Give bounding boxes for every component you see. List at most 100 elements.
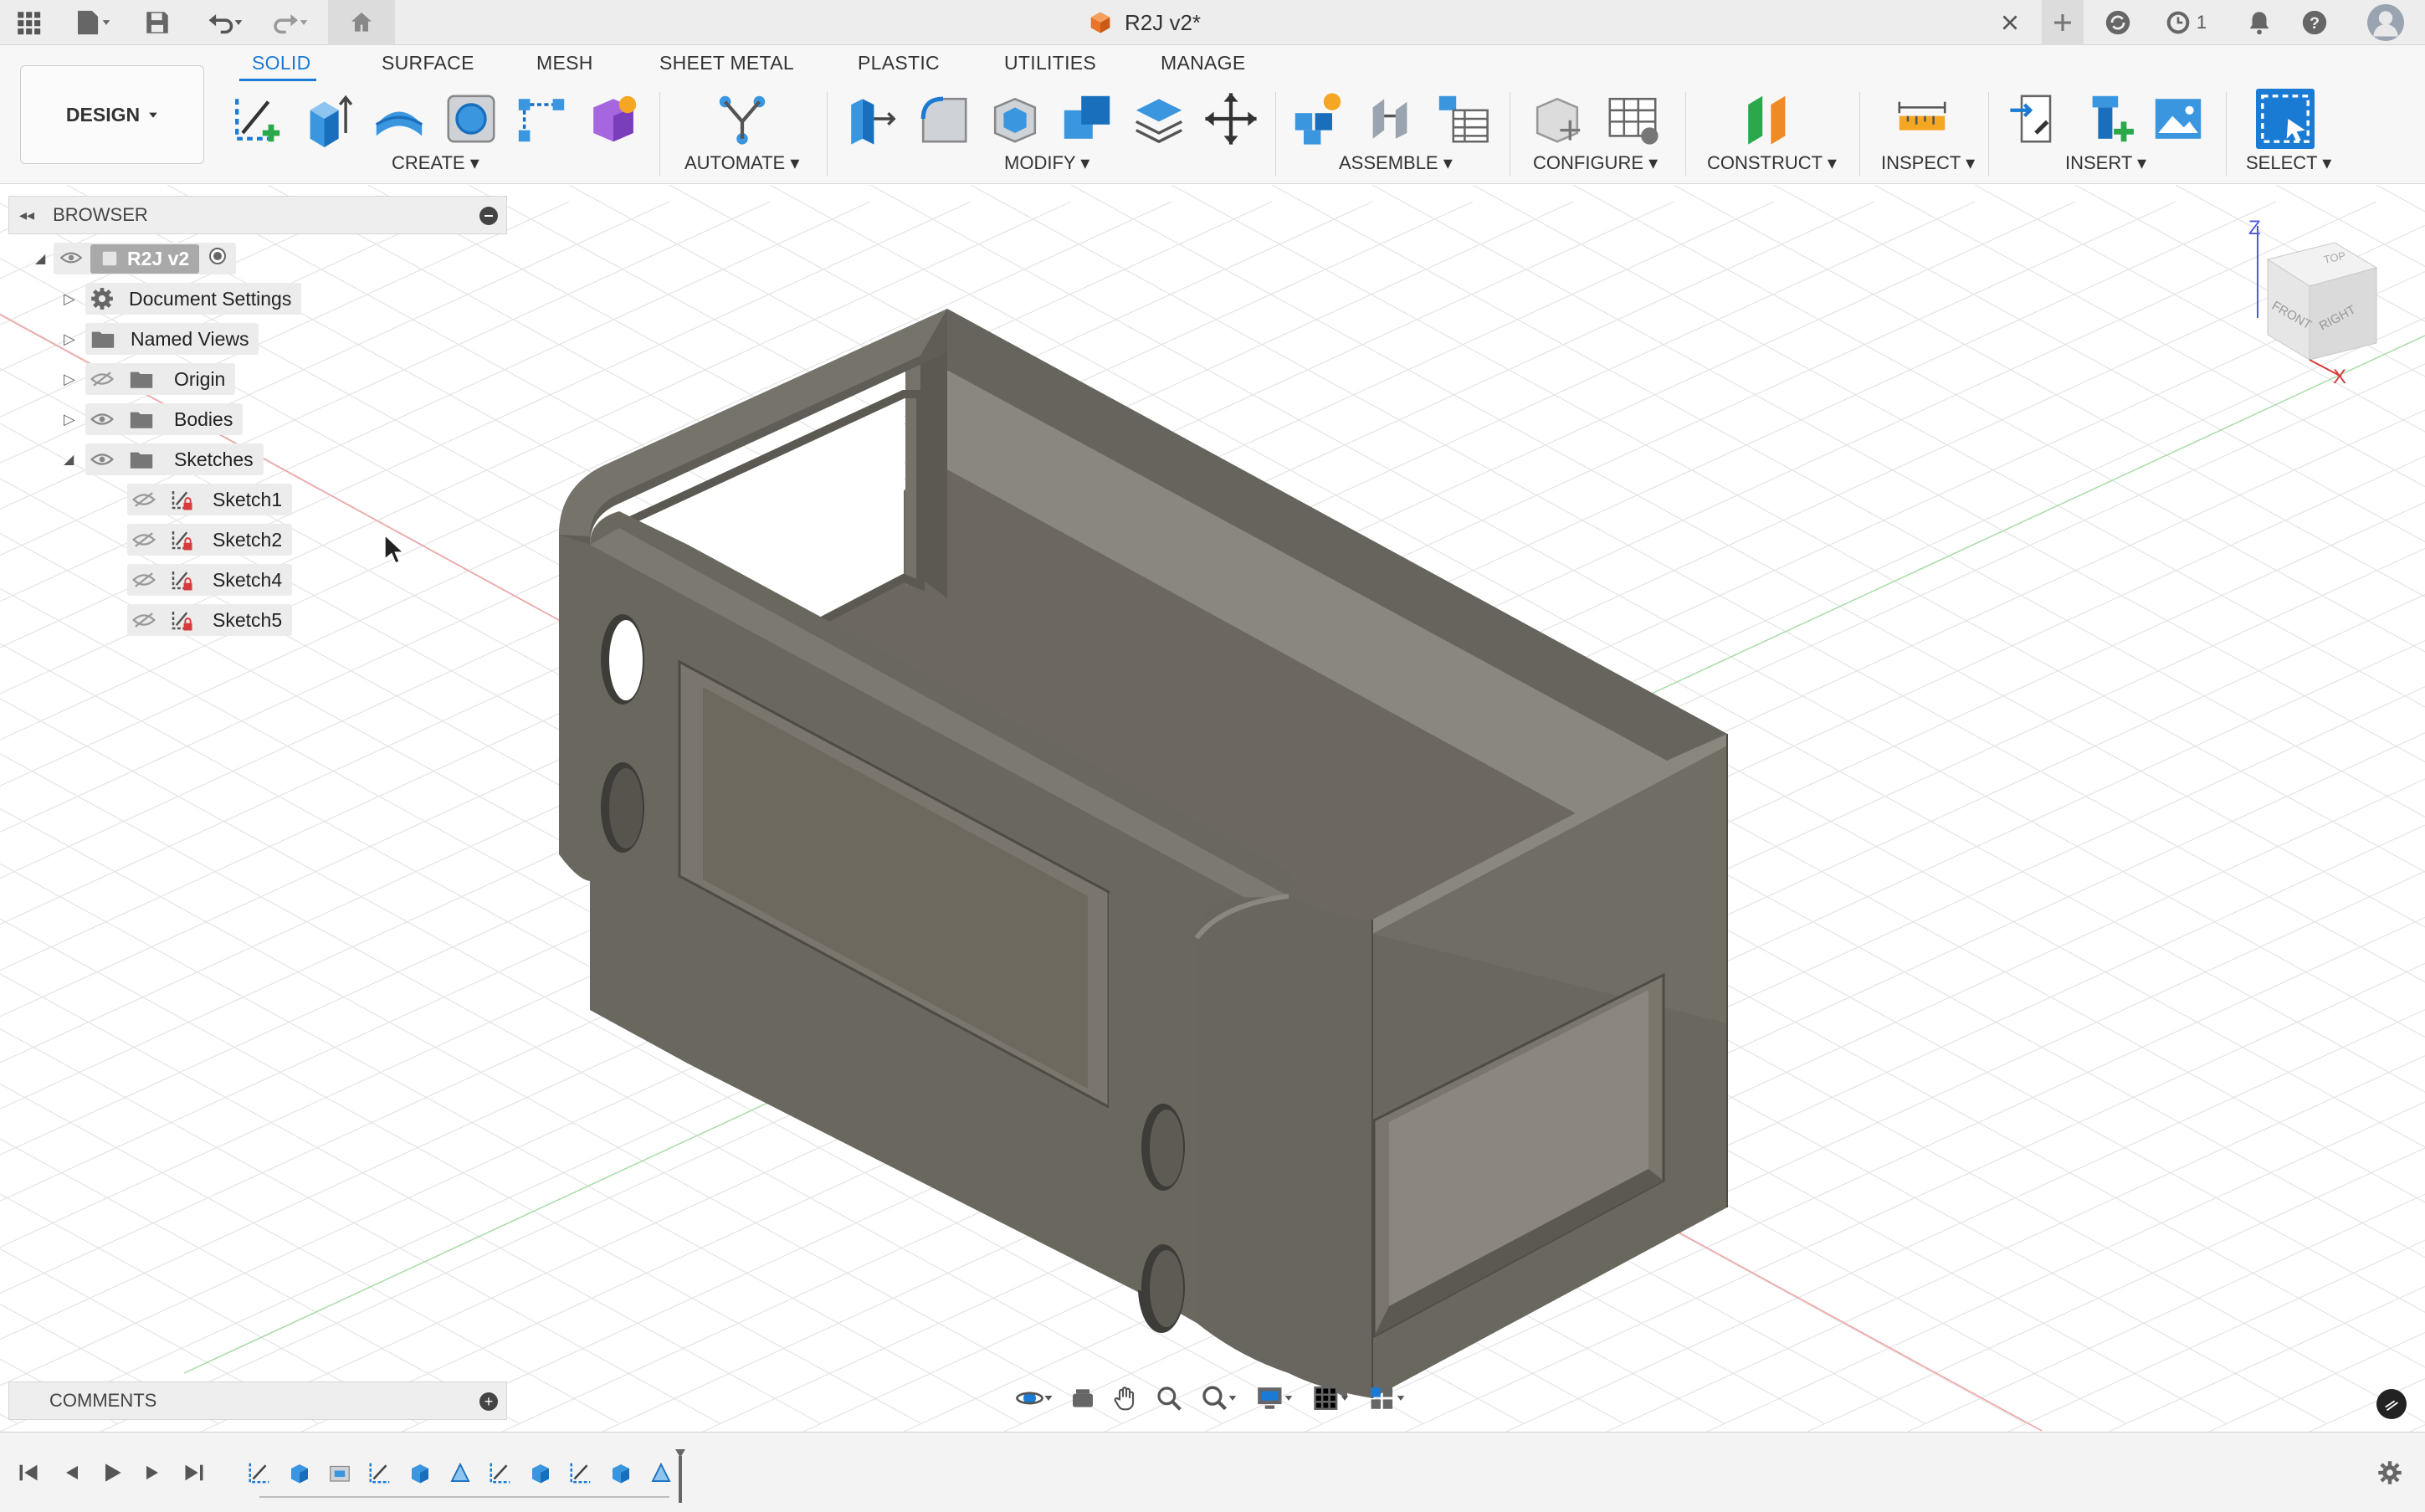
job-status-button[interactable]: 1	[2156, 5, 2216, 40]
browser-item-document-settings[interactable]: ▷ Document Settings	[64, 282, 302, 315]
assemble-menu[interactable]: ASSEMBLE ▾	[1339, 152, 1453, 174]
feedback-icon[interactable]	[2376, 1389, 2407, 1419]
play-icon[interactable]	[94, 1454, 131, 1491]
browser-root[interactable]: ◢ R2J v2	[35, 242, 237, 275]
automate-menu[interactable]: AUTOMATE ▾	[684, 152, 799, 174]
hidden-eye-icon[interactable]	[132, 572, 156, 587]
view-cube[interactable]: TOP FRONT RIGHT Z X	[2234, 217, 2418, 402]
pan-hand-icon[interactable]	[1108, 1381, 1144, 1415]
orbit-icon[interactable]	[1009, 1381, 1059, 1415]
step-forward-icon[interactable]	[134, 1454, 171, 1491]
revolve-icon[interactable]	[370, 89, 428, 149]
insert-derive-icon[interactable]	[2007, 89, 2065, 149]
tab-mesh[interactable]: MESH	[536, 52, 593, 74]
insert-menu[interactable]: INSERT ▾	[2065, 152, 2146, 174]
modify-menu[interactable]: MODIFY ▾	[1004, 152, 1089, 174]
timeline-extrude-icon[interactable]	[524, 1456, 557, 1489]
expand-arrow-icon[interactable]: ▷	[64, 411, 85, 428]
move-icon[interactable]	[1202, 89, 1260, 149]
sketch-item-sketch2[interactable]: Sketch2	[127, 523, 293, 556]
grid-settings-icon[interactable]	[1305, 1381, 1355, 1415]
tab-utilities[interactable]: UTILITIES	[1004, 52, 1096, 74]
timeline-shell-icon[interactable]	[323, 1456, 356, 1489]
look-at-icon[interactable]	[1065, 1381, 1101, 1415]
home-tab[interactable]	[328, 0, 395, 45]
configure-menu[interactable]: CONFIGURE ▾	[1533, 152, 1658, 174]
extensions-icon[interactable]	[2099, 5, 2137, 40]
timeline-marker[interactable]	[674, 1448, 686, 1504]
timeline-settings-gear-icon[interactable]	[2371, 1454, 2408, 1491]
shell-icon[interactable]	[986, 89, 1044, 149]
display-settings-icon[interactable]	[1249, 1381, 1299, 1415]
select-icon[interactable]	[2256, 89, 2315, 149]
expand-arrow-icon[interactable]: ▷	[64, 290, 85, 308]
fit-zoom-icon[interactable]	[1193, 1381, 1243, 1415]
tab-solid[interactable]: SOLID	[252, 52, 311, 74]
zoom-icon[interactable]	[1151, 1381, 1187, 1415]
create-menu[interactable]: CREATE ▾	[392, 152, 479, 174]
save-icon[interactable]	[141, 5, 174, 40]
close-tab-icon[interactable]	[1995, 5, 2025, 40]
tab-plastic[interactable]: PLASTIC	[858, 52, 940, 74]
timeline-plane-icon[interactable]	[644, 1456, 678, 1489]
undo-icon[interactable]	[199, 5, 249, 40]
help-icon[interactable]: ?	[2296, 5, 2333, 40]
expand-arrow-icon[interactable]: ▷	[64, 371, 85, 388]
visibility-eye-icon[interactable]	[59, 248, 83, 270]
file-menu-icon[interactable]	[67, 5, 117, 40]
hidden-eye-icon[interactable]	[132, 532, 156, 547]
collapse-arrow-icon[interactable]: ◢	[64, 451, 85, 468]
measure-icon[interactable]	[1893, 89, 1951, 149]
create-sketch-icon[interactable]	[228, 89, 286, 149]
select-menu[interactable]: SELECT ▾	[2246, 152, 2331, 174]
configure-icon[interactable]	[1528, 89, 1587, 149]
offset-faces-icon[interactable]	[1130, 89, 1188, 149]
insert-mcmaster-icon[interactable]	[2080, 89, 2139, 149]
go-to-end-icon[interactable]	[176, 1454, 213, 1491]
insert-canvas-icon[interactable]	[2149, 89, 2207, 149]
collapse-panel-icon[interactable]: ◂◂	[19, 207, 34, 224]
tab-surface[interactable]: SURFACE	[382, 52, 474, 74]
inspect-menu[interactable]: INSPECT ▾	[1881, 152, 1975, 174]
hidden-eye-icon[interactable]	[132, 612, 156, 628]
automate-icon[interactable]	[713, 89, 772, 149]
timeline-extrude-icon[interactable]	[604, 1456, 638, 1489]
workspace-switcher[interactable]: DESIGN	[20, 65, 204, 164]
extrude-icon[interactable]	[298, 89, 356, 149]
hole-icon[interactable]	[442, 89, 500, 149]
timeline-sketch-icon[interactable]	[243, 1456, 276, 1489]
go-to-start-icon[interactable]	[10, 1454, 47, 1491]
browser-item-bodies[interactable]: ▷ Bodies	[64, 402, 244, 436]
timeline-plane-icon[interactable]	[443, 1456, 477, 1489]
sketch-item-sketch5[interactable]: Sketch5	[127, 603, 293, 637]
minimize-panel-icon[interactable]	[479, 207, 498, 225]
timeline-sketch-icon[interactable]	[564, 1456, 597, 1489]
combine-icon[interactable]	[1058, 89, 1116, 149]
expand-arrow-icon[interactable]: ◢	[35, 250, 54, 267]
browser-item-sketches[interactable]: ◢ Sketches	[64, 443, 264, 476]
create-form-icon[interactable]	[584, 89, 643, 149]
sketch-item-sketch4[interactable]: Sketch4	[127, 563, 293, 597]
app-grid-icon[interactable]	[12, 5, 45, 40]
redo-icon[interactable]	[264, 5, 315, 40]
step-back-icon[interactable]	[54, 1454, 90, 1491]
browser-item-origin[interactable]: ▷ Origin	[64, 362, 236, 396]
activate-radio-icon[interactable]	[208, 246, 228, 271]
tab-sheet-metal[interactable]: SHEET METAL	[659, 52, 794, 74]
add-comment-icon[interactable]: +	[479, 1392, 498, 1411]
new-tab-button[interactable]	[2042, 0, 2084, 45]
user-avatar[interactable]	[2365, 4, 2407, 41]
bill-of-materials-icon[interactable]	[1433, 89, 1491, 149]
expand-arrow-icon[interactable]: ▷	[64, 331, 85, 348]
joint-icon[interactable]	[1361, 89, 1419, 149]
viewports-icon[interactable]	[1361, 1381, 1411, 1415]
sketch-item-sketch1[interactable]: Sketch1	[127, 483, 293, 516]
notifications-icon[interactable]	[2241, 5, 2278, 40]
visibility-eye-icon[interactable]	[90, 452, 114, 467]
3d-viewport[interactable]	[0, 185, 2425, 1432]
offset-plane-icon[interactable]	[1739, 89, 1797, 149]
configuration-table-icon[interactable]	[1603, 89, 1662, 149]
timeline-extrude-icon[interactable]	[403, 1456, 437, 1489]
visibility-eye-icon[interactable]	[90, 412, 114, 427]
press-pull-icon[interactable]	[842, 89, 900, 149]
